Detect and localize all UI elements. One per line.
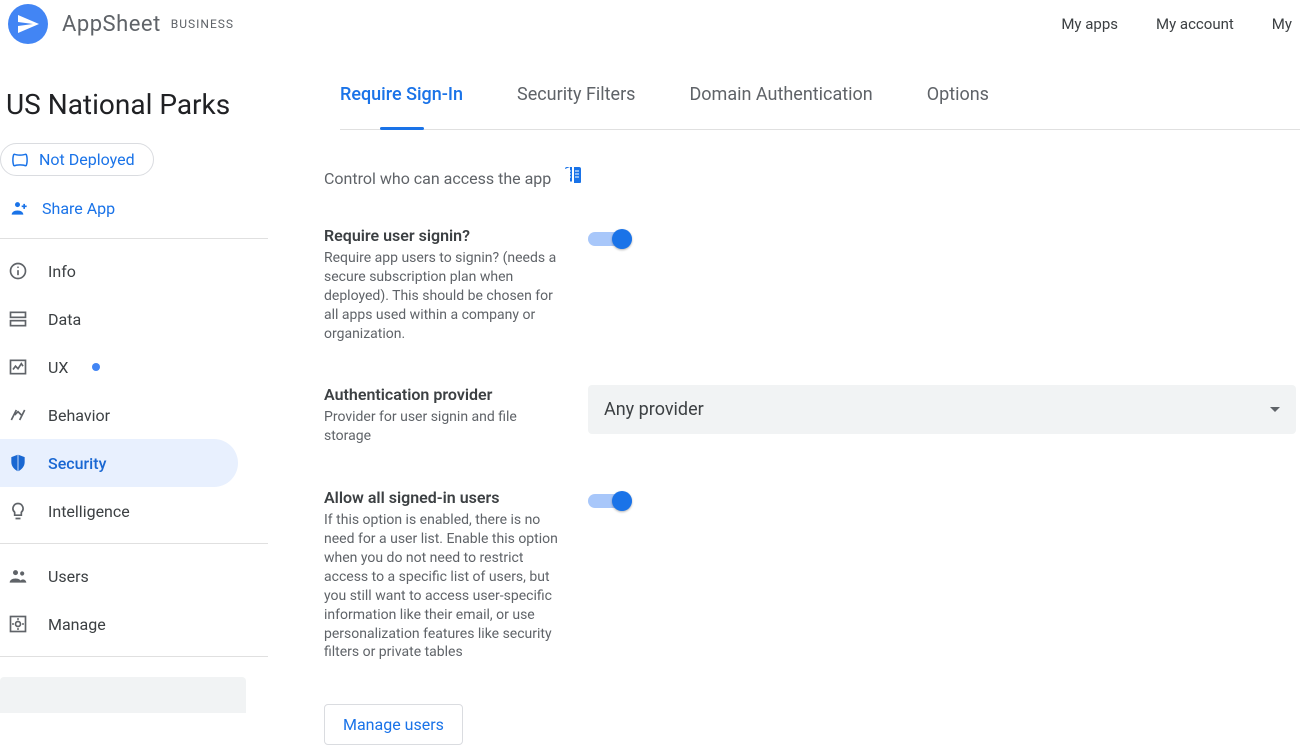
tab-domain-authentication[interactable]: Domain Authentication xyxy=(689,84,872,129)
sidebar: US National Parks Not Deployed Share App… xyxy=(0,48,268,756)
sidebar-item-manage[interactable]: Manage xyxy=(0,600,268,648)
top-bar: AppSheet BUSINESS My apps My account My xyxy=(0,0,1300,48)
section-require-sign-in: Control who can access the app Require u… xyxy=(316,130,1296,745)
setting-allow-all: Allow all signed-in users If this option… xyxy=(324,488,1296,662)
tab-options[interactable]: Options xyxy=(927,84,989,129)
setting-require-signin: Require user signin? Require app users t… xyxy=(324,226,1296,343)
indicator-dot-icon xyxy=(92,363,100,371)
info-icon xyxy=(8,261,28,281)
select-value: Any provider xyxy=(604,399,704,420)
not-deployed-icon xyxy=(11,151,29,169)
topnav-my-cut[interactable]: My xyxy=(1272,15,1292,33)
sidebar-footer-placeholder xyxy=(0,677,246,713)
sidebar-item-users[interactable]: Users xyxy=(0,552,268,600)
allow-all-toggle[interactable] xyxy=(588,490,632,512)
sidebar-item-label: Data xyxy=(48,310,81,329)
sidebar-item-label: Info xyxy=(48,262,76,281)
sidebar-item-label: Manage xyxy=(48,615,106,634)
sidebar-item-intelligence[interactable]: Intelligence xyxy=(0,487,268,535)
share-icon xyxy=(10,198,30,218)
setting-title: Authentication provider xyxy=(324,385,564,404)
deploy-status-pill[interactable]: Not Deployed xyxy=(0,143,154,176)
chevron-down-icon xyxy=(1270,407,1280,412)
topnav-my-account[interactable]: My account xyxy=(1156,15,1234,33)
setting-desc: Require app users to signin? (needs a se… xyxy=(324,249,564,343)
paper-plane-icon xyxy=(16,12,40,36)
sidebar-item-label: Intelligence xyxy=(48,502,130,521)
docs-icon[interactable] xyxy=(561,164,585,192)
manage-icon xyxy=(8,614,28,634)
sidebar-nav-group-2: Users Manage xyxy=(0,543,268,648)
sidebar-item-label: Behavior xyxy=(48,406,110,425)
sidebar-item-label: UX xyxy=(48,358,68,377)
manage-users-button[interactable]: Manage users xyxy=(324,704,463,745)
behavior-icon xyxy=(8,405,28,425)
sidebar-item-behavior[interactable]: Behavior xyxy=(0,391,268,439)
data-icon xyxy=(8,309,28,329)
tab-security-filters[interactable]: Security Filters xyxy=(517,84,635,129)
setting-desc: If this option is enabled, there is no n… xyxy=(324,511,564,662)
tab-require-sign-in[interactable]: Require Sign-In xyxy=(340,84,463,129)
app-title: US National Parks xyxy=(0,48,268,143)
section-lead: Control who can access the app xyxy=(324,164,1296,192)
main-content: Require Sign-In Security Filters Domain … xyxy=(268,48,1300,756)
tabs: Require Sign-In Security Filters Domain … xyxy=(340,84,1300,130)
setting-title: Allow all signed-in users xyxy=(324,488,564,507)
appsheet-logo[interactable] xyxy=(8,4,48,44)
setting-desc: Provider for user signin and file storag… xyxy=(324,408,564,446)
sidebar-item-label: Users xyxy=(48,567,89,586)
topnav-my-apps[interactable]: My apps xyxy=(1061,15,1118,33)
sidebar-nav-group-1: Info Data UX Behavior xyxy=(0,238,268,535)
sidebar-item-label: Security xyxy=(48,454,106,473)
sidebar-item-security[interactable]: Security xyxy=(0,439,238,487)
sidebar-item-ux[interactable]: UX xyxy=(0,343,268,391)
deploy-status-label: Not Deployed xyxy=(39,150,135,169)
brand-suffix: BUSINESS xyxy=(171,17,234,31)
users-icon xyxy=(8,566,28,586)
brand-name: AppSheet xyxy=(62,12,161,37)
top-nav: My apps My account My xyxy=(1061,15,1292,33)
shield-icon xyxy=(8,453,28,473)
setting-auth-provider: Authentication provider Provider for use… xyxy=(324,385,1296,446)
intelligence-icon xyxy=(8,501,28,521)
share-app-button[interactable]: Share App xyxy=(0,194,268,238)
auth-provider-select[interactable]: Any provider xyxy=(588,385,1296,434)
setting-title: Require user signin? xyxy=(324,226,564,245)
ux-icon xyxy=(8,357,28,377)
section-lead-text: Control who can access the app xyxy=(324,169,551,188)
sidebar-item-info[interactable]: Info xyxy=(0,247,268,295)
sidebar-item-data[interactable]: Data xyxy=(0,295,268,343)
share-app-label: Share App xyxy=(42,199,115,218)
require-signin-toggle[interactable] xyxy=(588,228,632,250)
